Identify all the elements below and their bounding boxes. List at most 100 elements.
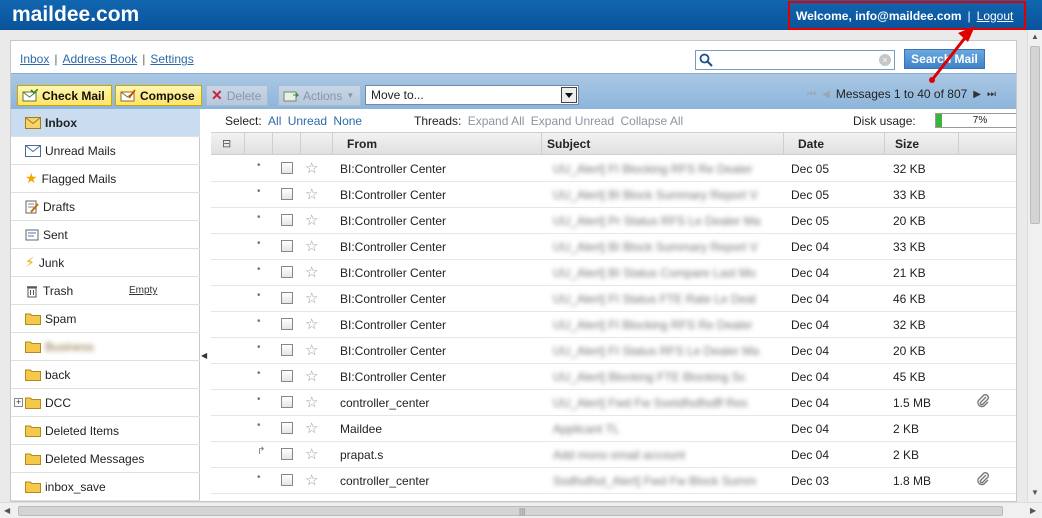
sidebar-item-junk[interactable]: ⚡ Junk bbox=[11, 249, 200, 277]
table-row[interactable]: • ☆ BI:Controller Center UU_Alert] FI Block… bbox=[211, 312, 1016, 338]
vertical-scroll-thumb[interactable] bbox=[1030, 46, 1040, 224]
flag-star-icon[interactable]: ☆ bbox=[305, 263, 318, 281]
attachment-icon bbox=[975, 471, 991, 490]
logout-link[interactable]: Logout bbox=[977, 9, 1014, 23]
sidebar-item-deleted-items[interactable]: Deleted Items bbox=[11, 417, 200, 445]
vertical-scrollbar[interactable]: ▲ ▼ bbox=[1027, 30, 1042, 502]
flag-star-icon[interactable]: ☆ bbox=[305, 159, 318, 177]
scroll-down-icon[interactable]: ▼ bbox=[1031, 488, 1039, 497]
clear-search-icon[interactable]: × bbox=[879, 54, 891, 66]
flag-star-icon[interactable]: ☆ bbox=[305, 341, 318, 359]
row-checkbox[interactable] bbox=[281, 422, 293, 434]
sidebar-item-trash[interactable]: Trash Empty bbox=[11, 277, 200, 305]
flag-star-icon[interactable]: ☆ bbox=[305, 315, 318, 333]
table-row[interactable]: • ☆ BI:Controller Center UU_Alert] Blocking… bbox=[211, 364, 1016, 390]
sidebar-item-inbox[interactable]: Inbox bbox=[11, 109, 200, 137]
check-mail-icon bbox=[22, 88, 38, 101]
row-checkbox[interactable] bbox=[281, 162, 293, 174]
flag-star-icon[interactable]: ☆ bbox=[305, 393, 318, 411]
row-subject: UU_Alert] BI Block Summary Report V bbox=[553, 240, 758, 254]
row-subject: Applicant TL bbox=[553, 422, 620, 436]
delete-button[interactable]: ✕ Delete bbox=[206, 85, 269, 106]
nav-inbox[interactable]: Inbox bbox=[20, 52, 49, 66]
flag-star-icon[interactable]: ☆ bbox=[305, 237, 318, 255]
sidebar-item-drafts[interactable]: Drafts bbox=[11, 193, 200, 221]
flag-star-icon[interactable]: ☆ bbox=[305, 419, 318, 437]
attachment-icon bbox=[975, 393, 991, 412]
expand-unread-link[interactable]: Expand Unread bbox=[531, 114, 614, 128]
row-checkbox[interactable] bbox=[281, 370, 293, 382]
search-input[interactable] bbox=[716, 53, 876, 67]
actions-button[interactable]: Actions ▼ bbox=[278, 85, 362, 106]
expand-icon[interactable]: + bbox=[14, 398, 23, 407]
check-mail-button[interactable]: Check Mail bbox=[17, 85, 112, 106]
row-date: Dec 04 bbox=[791, 266, 830, 280]
sidebar-item-business[interactable]: Business bbox=[11, 333, 200, 361]
row-checkbox[interactable] bbox=[281, 266, 293, 278]
sidebar-item-flagged[interactable]: ★ Flagged Mails bbox=[11, 165, 200, 193]
collapse-all-link[interactable]: Collapse All bbox=[621, 114, 684, 128]
select-none-link[interactable]: None bbox=[333, 114, 362, 128]
table-row[interactable]: • ☆ BI:Controller Center UU_Alert] FI Statu… bbox=[211, 338, 1016, 364]
flag-star-icon[interactable]: ☆ bbox=[305, 289, 318, 307]
row-checkbox[interactable] bbox=[281, 344, 293, 356]
search-mail-button[interactable]: Search Mail bbox=[904, 49, 985, 69]
scroll-right-icon[interactable]: ▶ bbox=[1030, 506, 1036, 515]
column-from[interactable]: From bbox=[347, 137, 377, 151]
row-date: Dec 05 bbox=[791, 162, 830, 176]
empty-trash-link[interactable]: Empty bbox=[129, 285, 157, 296]
dropdown-arrow-icon[interactable] bbox=[561, 87, 577, 103]
sidebar-item-sent[interactable]: Sent bbox=[11, 221, 200, 249]
next-page-icon[interactable]: ▶ bbox=[973, 89, 981, 100]
expand-all-link[interactable]: Expand All bbox=[468, 114, 525, 128]
table-row[interactable]: ↱ ☆ prapat.s Add mono email account Dec 04 2 … bbox=[211, 442, 1016, 468]
flag-star-icon[interactable]: ☆ bbox=[305, 471, 318, 489]
compose-button[interactable]: Compose bbox=[115, 85, 202, 106]
select-unread-link[interactable]: Unread bbox=[288, 114, 327, 128]
row-checkbox[interactable] bbox=[281, 240, 293, 252]
horizontal-scrollbar[interactable]: ◀ ||| ▶ bbox=[0, 502, 1042, 518]
sidebar-item-dcc[interactable]: + DCC bbox=[11, 389, 200, 417]
table-row[interactable]: • ☆ controller_center Ssdfsdfsd_Alert] Fwd … bbox=[211, 468, 1016, 494]
column-chooser-icon[interactable]: ⊟ bbox=[222, 137, 231, 150]
flag-star-icon[interactable]: ☆ bbox=[305, 445, 318, 463]
row-checkbox[interactable] bbox=[281, 318, 293, 330]
sidebar-item-deleted-messages[interactable]: Deleted Messages bbox=[11, 445, 200, 473]
row-checkbox[interactable] bbox=[281, 188, 293, 200]
filter-bar: Select: All Unread None Threads: Expand … bbox=[211, 111, 1016, 131]
table-row[interactable]: • ☆ Maildee Applicant TL Dec 04 2 KB bbox=[211, 416, 1016, 442]
nav-settings[interactable]: Settings bbox=[150, 52, 193, 66]
table-row[interactable]: • ☆ BI:Controller Center UU_Alert] FI Block… bbox=[211, 156, 1016, 182]
row-checkbox[interactable] bbox=[281, 292, 293, 304]
sidebar-item-inbox-save[interactable]: inbox_save bbox=[11, 473, 200, 501]
table-row[interactable]: • ☆ BI:Controller Center UU_Alert] BI Block… bbox=[211, 182, 1016, 208]
scroll-up-icon[interactable]: ▲ bbox=[1031, 32, 1039, 41]
row-checkbox[interactable] bbox=[281, 214, 293, 226]
column-size[interactable]: Size bbox=[895, 137, 919, 151]
table-row[interactable]: • ☆ controller_center UU_Alert] Fwd Fw Sset… bbox=[211, 390, 1016, 416]
column-subject[interactable]: Subject bbox=[547, 137, 590, 151]
row-checkbox[interactable] bbox=[281, 474, 293, 486]
table-row[interactable]: • ☆ BI:Controller Center UU_Alert] Pr Statu… bbox=[211, 208, 1016, 234]
row-checkbox[interactable] bbox=[281, 396, 293, 408]
sidebar-item-back[interactable]: back bbox=[11, 361, 200, 389]
sidebar-item-spam[interactable]: Spam bbox=[11, 305, 200, 333]
sidebar-item-unread[interactable]: Unread Mails bbox=[11, 137, 200, 165]
last-page-icon[interactable]: ⏭ bbox=[987, 89, 996, 100]
flag-star-icon[interactable]: ☆ bbox=[305, 185, 318, 203]
table-row[interactable]: • ☆ BI:Controller Center UU_Alert] FI Statu… bbox=[211, 286, 1016, 312]
row-checkbox[interactable] bbox=[281, 448, 293, 460]
table-row[interactable]: • ☆ BI:Controller Center UU_Alert] BI Block… bbox=[211, 234, 1016, 260]
flag-star-icon[interactable]: ☆ bbox=[305, 367, 318, 385]
column-date[interactable]: Date bbox=[798, 137, 824, 151]
scroll-left-icon[interactable]: ◀ bbox=[4, 506, 10, 515]
nav-address-book[interactable]: Address Book bbox=[62, 52, 137, 66]
collapse-sidebar-icon[interactable]: ◀ bbox=[201, 351, 207, 360]
horizontal-scroll-thumb[interactable]: ||| bbox=[18, 506, 1003, 516]
prev-page-icon[interactable]: ◀ bbox=[822, 89, 830, 100]
flag-star-icon[interactable]: ☆ bbox=[305, 211, 318, 229]
table-row[interactable]: • ☆ BI:Controller Center UU_Alert] BI Statu… bbox=[211, 260, 1016, 286]
select-all-link[interactable]: All bbox=[268, 114, 281, 128]
first-page-icon[interactable]: ⏮ bbox=[807, 89, 816, 100]
move-to-select[interactable]: Move to... bbox=[365, 85, 579, 105]
